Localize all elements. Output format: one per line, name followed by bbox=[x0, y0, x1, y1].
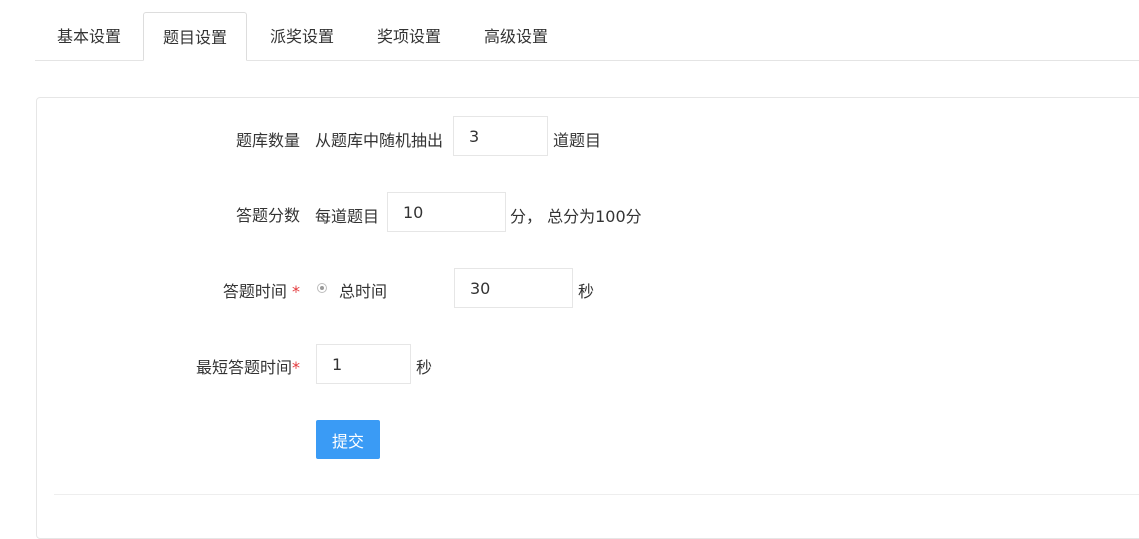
answer-time-input[interactable] bbox=[454, 268, 573, 308]
score-prefix: 每道题目 bbox=[315, 207, 380, 226]
tab-advanced-settings[interactable]: 高级设置 bbox=[463, 12, 569, 60]
tab-award-settings[interactable]: 奖项设置 bbox=[355, 12, 463, 60]
min-answer-time-label: 最短答题时间* bbox=[195, 358, 300, 377]
settings-panel bbox=[36, 97, 1139, 539]
total-time-radio-label[interactable]: 总时间 bbox=[339, 278, 387, 302]
question-count-label: 题库数量 bbox=[235, 131, 300, 150]
score-suffix: 分， 总分为100分 bbox=[510, 207, 642, 226]
required-mark: * bbox=[292, 282, 300, 301]
required-mark: * bbox=[292, 358, 300, 377]
question-count-input[interactable] bbox=[453, 116, 548, 156]
question-count-suffix: 道题目 bbox=[553, 131, 602, 150]
question-count-prefix: 从题库中随机抽出 bbox=[315, 131, 444, 150]
min-answer-time-suffix: 秒 bbox=[416, 358, 433, 377]
score-label: 答题分数 bbox=[235, 206, 300, 225]
tab-bar: 基本设置 题目设置 派奖设置 奖项设置 高级设置 bbox=[35, 12, 1139, 61]
radio-selected-dot bbox=[320, 286, 324, 290]
answer-time-suffix: 秒 bbox=[578, 282, 595, 301]
tab-prize-distribution-settings[interactable]: 派奖设置 bbox=[249, 12, 355, 60]
tab-question-settings[interactable]: 题目设置 bbox=[143, 12, 247, 61]
score-input[interactable] bbox=[387, 192, 506, 232]
min-answer-time-input[interactable] bbox=[316, 344, 411, 384]
total-time-radio[interactable] bbox=[317, 283, 327, 293]
divider bbox=[54, 494, 1139, 495]
submit-button[interactable]: 提交 bbox=[316, 420, 380, 459]
answer-time-label: 答题时间 * bbox=[222, 282, 300, 301]
tab-basic-settings[interactable]: 基本设置 bbox=[35, 12, 143, 60]
